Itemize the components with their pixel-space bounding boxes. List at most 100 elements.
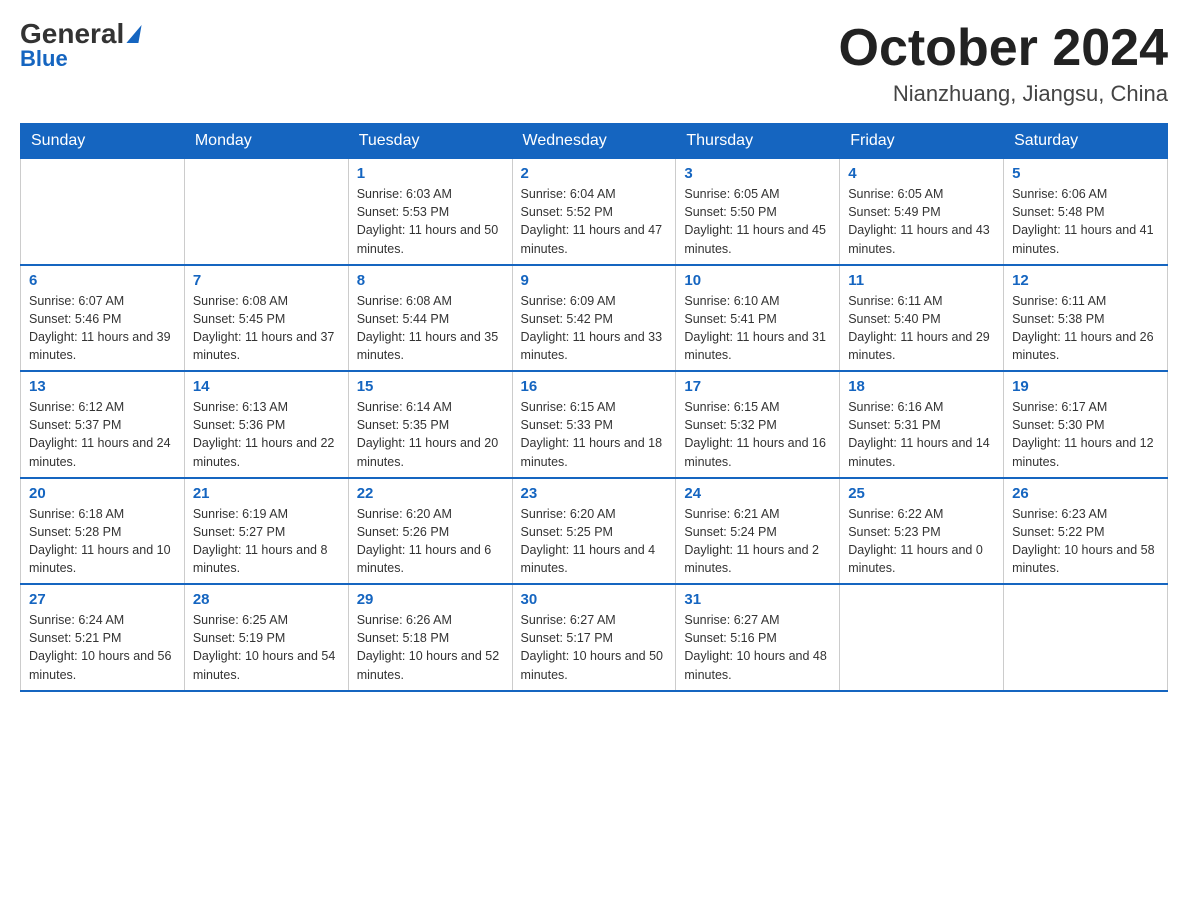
day-number: 15 bbox=[357, 378, 504, 395]
day-number: 18 bbox=[848, 378, 995, 395]
calendar-week-row: 20 Sunrise: 6:18 AM Sunset: 5:28 PM Dayli… bbox=[21, 478, 1168, 585]
calendar-table: SundayMondayTuesdayWednesdayThursdayFrid… bbox=[20, 123, 1168, 692]
calendar-week-row: 1 Sunrise: 6:03 AM Sunset: 5:53 PM Daylig… bbox=[21, 159, 1168, 265]
day-number: 21 bbox=[193, 485, 340, 502]
day-number: 5 bbox=[1012, 165, 1159, 182]
calendar-cell: 23 Sunrise: 6:20 AM Sunset: 5:25 PM Dayli… bbox=[512, 478, 676, 585]
calendar-cell: 3 Sunrise: 6:05 AM Sunset: 5:50 PM Daylig… bbox=[676, 159, 840, 265]
day-info: Sunrise: 6:10 AM Sunset: 5:41 PM Dayligh… bbox=[684, 292, 831, 365]
calendar-cell: 10Sunrise: 6:10 AM Sunset: 5:41 PM Dayli… bbox=[676, 265, 840, 372]
day-number: 13 bbox=[29, 378, 176, 395]
day-info: Sunrise: 6:11 AM Sunset: 5:38 PM Dayligh… bbox=[1012, 292, 1159, 365]
day-number: 6 bbox=[29, 272, 176, 289]
day-info: Sunrise: 6:15 AM Sunset: 5:33 PM Dayligh… bbox=[521, 398, 668, 471]
calendar-cell: 27 Sunrise: 6:24 AM Sunset: 5:21 PM Dayli… bbox=[21, 584, 185, 691]
day-info: Sunrise: 6:11 AM Sunset: 5:40 PM Dayligh… bbox=[848, 292, 995, 365]
day-number: 24 bbox=[684, 485, 831, 502]
day-info: Sunrise: 6:03 AM Sunset: 5:53 PM Dayligh… bbox=[357, 185, 504, 258]
calendar-cell: 4 Sunrise: 6:05 AM Sunset: 5:49 PM Daylig… bbox=[840, 159, 1004, 265]
day-number: 17 bbox=[684, 378, 831, 395]
calendar-cell: 11Sunrise: 6:11 AM Sunset: 5:40 PM Dayli… bbox=[840, 265, 1004, 372]
calendar-header-thursday: Thursday bbox=[676, 124, 840, 159]
day-number: 26 bbox=[1012, 485, 1159, 502]
day-info: Sunrise: 6:20 AM Sunset: 5:25 PM Dayligh… bbox=[521, 505, 668, 578]
day-info: Sunrise: 6:23 AM Sunset: 5:22 PM Dayligh… bbox=[1012, 505, 1159, 578]
calendar-cell: 9Sunrise: 6:09 AM Sunset: 5:42 PM Daylig… bbox=[512, 265, 676, 372]
day-number: 27 bbox=[29, 591, 176, 608]
day-number: 22 bbox=[357, 485, 504, 502]
day-info: Sunrise: 6:18 AM Sunset: 5:28 PM Dayligh… bbox=[29, 505, 176, 578]
calendar-cell: 19Sunrise: 6:17 AM Sunset: 5:30 PM Dayli… bbox=[1004, 371, 1168, 478]
day-info: Sunrise: 6:21 AM Sunset: 5:24 PM Dayligh… bbox=[684, 505, 831, 578]
calendar-cell bbox=[21, 159, 185, 265]
calendar-header-row: SundayMondayTuesdayWednesdayThursdayFrid… bbox=[21, 124, 1168, 159]
day-number: 3 bbox=[684, 165, 831, 182]
header: General Blue October 2024 Nianzhuang, Ji… bbox=[20, 20, 1168, 107]
calendar-cell: 31 Sunrise: 6:27 AM Sunset: 5:16 PM Dayli… bbox=[676, 584, 840, 691]
calendar-week-row: 6 Sunrise: 6:07 AM Sunset: 5:46 PM Daylig… bbox=[21, 265, 1168, 372]
calendar-cell bbox=[1004, 584, 1168, 691]
day-number: 16 bbox=[521, 378, 668, 395]
day-info: Sunrise: 6:06 AM Sunset: 5:48 PM Dayligh… bbox=[1012, 185, 1159, 258]
day-info: Sunrise: 6:12 AM Sunset: 5:37 PM Dayligh… bbox=[29, 398, 176, 471]
day-info: Sunrise: 6:24 AM Sunset: 5:21 PM Dayligh… bbox=[29, 611, 176, 684]
calendar-cell: 26 Sunrise: 6:23 AM Sunset: 5:22 PM Dayli… bbox=[1004, 478, 1168, 585]
day-info: Sunrise: 6:25 AM Sunset: 5:19 PM Dayligh… bbox=[193, 611, 340, 684]
day-number: 2 bbox=[521, 165, 668, 182]
calendar-cell: 29 Sunrise: 6:26 AM Sunset: 5:18 PM Dayli… bbox=[348, 584, 512, 691]
calendar-header-friday: Friday bbox=[840, 124, 1004, 159]
day-number: 12 bbox=[1012, 272, 1159, 289]
calendar-cell: 12 Sunrise: 6:11 AM Sunset: 5:38 PM Dayli… bbox=[1004, 265, 1168, 372]
day-number: 30 bbox=[521, 591, 668, 608]
calendar-cell: 5 Sunrise: 6:06 AM Sunset: 5:48 PM Daylig… bbox=[1004, 159, 1168, 265]
day-number: 8 bbox=[357, 272, 504, 289]
calendar-cell: 25 Sunrise: 6:22 AM Sunset: 5:23 PM Dayli… bbox=[840, 478, 1004, 585]
day-number: 14 bbox=[193, 378, 340, 395]
day-info: Sunrise: 6:16 AM Sunset: 5:31 PM Dayligh… bbox=[848, 398, 995, 471]
day-number: 1 bbox=[357, 165, 504, 182]
calendar-cell bbox=[840, 584, 1004, 691]
calendar-cell: 24 Sunrise: 6:21 AM Sunset: 5:24 PM Dayli… bbox=[676, 478, 840, 585]
day-info: Sunrise: 6:04 AM Sunset: 5:52 PM Dayligh… bbox=[521, 185, 668, 258]
day-number: 25 bbox=[848, 485, 995, 502]
calendar-cell: 6 Sunrise: 6:07 AM Sunset: 5:46 PM Daylig… bbox=[21, 265, 185, 372]
day-info: Sunrise: 6:08 AM Sunset: 5:45 PM Dayligh… bbox=[193, 292, 340, 365]
calendar-cell: 21Sunrise: 6:19 AM Sunset: 5:27 PM Dayli… bbox=[184, 478, 348, 585]
day-number: 28 bbox=[193, 591, 340, 608]
day-number: 23 bbox=[521, 485, 668, 502]
day-info: Sunrise: 6:20 AM Sunset: 5:26 PM Dayligh… bbox=[357, 505, 504, 578]
day-info: Sunrise: 6:14 AM Sunset: 5:35 PM Dayligh… bbox=[357, 398, 504, 471]
calendar-cell: 18 Sunrise: 6:16 AM Sunset: 5:31 PM Dayli… bbox=[840, 371, 1004, 478]
day-info: Sunrise: 6:27 AM Sunset: 5:17 PM Dayligh… bbox=[521, 611, 668, 684]
day-info: Sunrise: 6:17 AM Sunset: 5:30 PM Dayligh… bbox=[1012, 398, 1159, 471]
day-info: Sunrise: 6:27 AM Sunset: 5:16 PM Dayligh… bbox=[684, 611, 831, 684]
day-number: 31 bbox=[684, 591, 831, 608]
day-number: 29 bbox=[357, 591, 504, 608]
logo: General Blue bbox=[20, 20, 140, 70]
day-info: Sunrise: 6:05 AM Sunset: 5:50 PM Dayligh… bbox=[684, 185, 831, 258]
calendar-cell bbox=[184, 159, 348, 265]
calendar-header-wednesday: Wednesday bbox=[512, 124, 676, 159]
calendar-cell: 7Sunrise: 6:08 AM Sunset: 5:45 PM Daylig… bbox=[184, 265, 348, 372]
calendar-cell: 8 Sunrise: 6:08 AM Sunset: 5:44 PM Daylig… bbox=[348, 265, 512, 372]
day-number: 20 bbox=[29, 485, 176, 502]
title-area: October 2024 Nianzhuang, Jiangsu, China bbox=[839, 20, 1169, 107]
day-info: Sunrise: 6:22 AM Sunset: 5:23 PM Dayligh… bbox=[848, 505, 995, 578]
calendar-header-tuesday: Tuesday bbox=[348, 124, 512, 159]
day-info: Sunrise: 6:07 AM Sunset: 5:46 PM Dayligh… bbox=[29, 292, 176, 365]
logo-general-text: General bbox=[20, 20, 124, 48]
day-info: Sunrise: 6:26 AM Sunset: 5:18 PM Dayligh… bbox=[357, 611, 504, 684]
day-info: Sunrise: 6:05 AM Sunset: 5:49 PM Dayligh… bbox=[848, 185, 995, 258]
day-info: Sunrise: 6:13 AM Sunset: 5:36 PM Dayligh… bbox=[193, 398, 340, 471]
day-info: Sunrise: 6:15 AM Sunset: 5:32 PM Dayligh… bbox=[684, 398, 831, 471]
calendar-cell: 15 Sunrise: 6:14 AM Sunset: 5:35 PM Dayli… bbox=[348, 371, 512, 478]
day-number: 4 bbox=[848, 165, 995, 182]
day-info: Sunrise: 6:09 AM Sunset: 5:42 PM Dayligh… bbox=[521, 292, 668, 365]
calendar-cell: 22 Sunrise: 6:20 AM Sunset: 5:26 PM Dayli… bbox=[348, 478, 512, 585]
calendar-cell: 2 Sunrise: 6:04 AM Sunset: 5:52 PM Daylig… bbox=[512, 159, 676, 265]
calendar-cell: 28 Sunrise: 6:25 AM Sunset: 5:19 PM Dayli… bbox=[184, 584, 348, 691]
calendar-cell: 14 Sunrise: 6:13 AM Sunset: 5:36 PM Dayli… bbox=[184, 371, 348, 478]
calendar-header-monday: Monday bbox=[184, 124, 348, 159]
calendar-week-row: 27 Sunrise: 6:24 AM Sunset: 5:21 PM Dayli… bbox=[21, 584, 1168, 691]
day-info: Sunrise: 6:08 AM Sunset: 5:44 PM Dayligh… bbox=[357, 292, 504, 365]
